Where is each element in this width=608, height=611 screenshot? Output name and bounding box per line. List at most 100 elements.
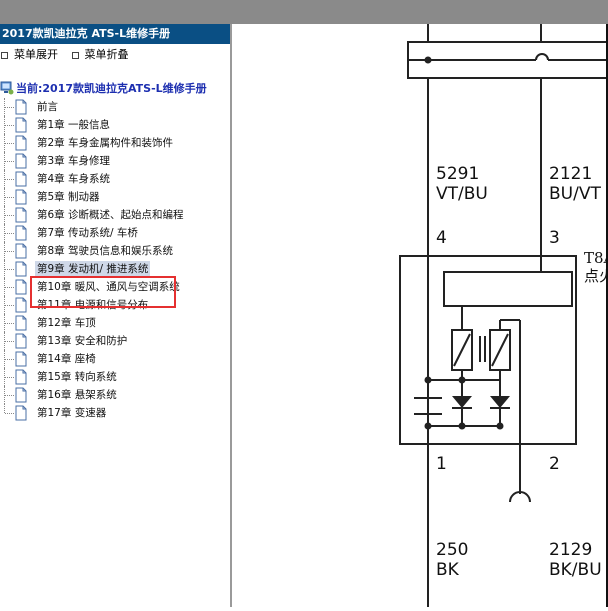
collapse-menu-label: 菜单折叠 [84, 48, 129, 61]
tree-connector [5, 395, 14, 396]
tree-item[interactable]: 第8章 驾驶员信息和娱乐系统 [0, 242, 230, 260]
document-icon [15, 405, 27, 421]
tree-item-label: 第11章 电源和信号分布 [37, 299, 149, 311]
tree-item-label: 第8章 驾驶员信息和娱乐系统 [37, 245, 174, 257]
document-icon [15, 333, 27, 349]
pin-label-top-left: 4 [436, 228, 447, 248]
tree-item-label: 第7章 传动系统/ 车桥 [37, 227, 138, 239]
wire-color-top-left: VT/BU [436, 184, 488, 204]
expand-menu-button[interactable]: 菜单展开 [1, 44, 58, 66]
tree-toolbar: 菜单展开 菜单折叠 [0, 44, 230, 66]
wiring-diagram-canvas [399, 24, 608, 607]
tree-item[interactable]: 第17章 变速器 [0, 404, 230, 422]
wire-color-bottom-right: BK/BU [549, 560, 602, 580]
collapse-menu-button[interactable]: 菜单折叠 [71, 44, 129, 66]
tree-item[interactable]: 第10章 暖风、通风与空调系统 [0, 278, 230, 296]
pin-label-bottom-right: 2 [549, 454, 560, 474]
document-icon [15, 297, 27, 313]
wiring-diagram: 5291 VT/BU 2121 BU/VT 4 3 T8A 点火 1 2 250… [236, 24, 608, 607]
tree-connector [5, 323, 14, 324]
tree-item-label: 第14章 座椅 [37, 353, 96, 365]
panel-title: 2017款凯迪拉克 ATS-L维修手册 [0, 24, 230, 44]
tree-item[interactable]: 前言 [0, 98, 230, 116]
tree-item-label: 第10章 暖风、通风与空调系统 [37, 281, 180, 293]
document-icon [15, 135, 27, 151]
tree-connector [4, 404, 5, 413]
wire-color-top-right: BU/VT [549, 184, 601, 204]
tree-connector [5, 143, 14, 144]
tree-item[interactable]: 第5章 制动器 [0, 188, 230, 206]
pin-label-bottom-left: 1 [436, 454, 447, 474]
document-icon [15, 261, 27, 277]
tree-connector [5, 179, 14, 180]
tree-item-label: 第12章 车顶 [37, 317, 96, 329]
tree-connector [5, 287, 14, 288]
tree-item[interactable]: 第6章 诊断概述、起始点和编程 [0, 206, 230, 224]
tree-item-label: 第13章 安全和防护 [37, 335, 128, 347]
computer-icon [0, 81, 14, 95]
document-icon [15, 243, 27, 259]
top-bar [0, 0, 608, 24]
tree-connector [5, 359, 14, 360]
tree-item[interactable]: 第12章 车顶 [0, 314, 230, 332]
tree-item-label: 第6章 诊断概述、起始点和编程 [37, 209, 184, 221]
document-icon [15, 315, 27, 331]
component-code: T8A [584, 249, 608, 267]
tree-item-label: 第17章 变速器 [37, 407, 107, 419]
document-icon [15, 369, 27, 385]
tree-item-label: 第1章 一般信息 [37, 119, 111, 131]
tree-connector [5, 161, 14, 162]
tree-connector [5, 197, 14, 198]
document-icon [15, 99, 27, 115]
tree-item[interactable]: 第11章 电源和信号分布 [0, 296, 230, 314]
tree-connector [5, 251, 14, 252]
document-icon [15, 225, 27, 241]
tree-item-label: 第3章 车身修理 [37, 155, 111, 167]
wire-number-top-right: 2121 [549, 164, 593, 184]
wire-color-bottom-left: BK [436, 560, 459, 580]
tree-item[interactable]: 第2章 车身金属构件和装饰件 [0, 134, 230, 152]
document-icon [15, 351, 27, 367]
document-icon [15, 387, 27, 403]
tree-item[interactable]: 第3章 车身修理 [0, 152, 230, 170]
collapse-icon [71, 51, 79, 59]
tree-root[interactable]: 当前:2017款凯迪拉克ATS-L维修手册 [0, 80, 207, 96]
tree-connector [5, 269, 14, 270]
tree-item-label: 前言 [37, 101, 58, 113]
document-icon [15, 207, 27, 223]
tree-item-label: 第5章 制动器 [37, 191, 100, 203]
tree-connector [5, 305, 14, 306]
expand-menu-label: 菜单展开 [14, 48, 58, 61]
tree-item[interactable]: 第1章 一般信息 [0, 116, 230, 134]
tree-connector [5, 233, 14, 234]
tree-connector [5, 107, 14, 108]
tree-item[interactable]: 第4章 车身系统 [0, 170, 230, 188]
expand-icon [1, 51, 8, 59]
tree-item[interactable]: 第15章 转向系统 [0, 368, 230, 386]
tree-item-label: 第2章 车身金属构件和装饰件 [37, 137, 174, 149]
wire-number-bottom-left: 250 [436, 540, 469, 560]
tree-connector [5, 341, 14, 342]
wire-number-bottom-right: 2129 [549, 540, 593, 560]
tree-item-label: 第9章 发动机/ 推进系统 [35, 261, 151, 277]
tree-connector [5, 377, 14, 378]
wire-number-top-left: 5291 [436, 164, 480, 184]
tree-item[interactable]: 第14章 座椅 [0, 350, 230, 368]
tree-connector [5, 215, 14, 216]
document-icon [15, 117, 27, 133]
tree-connector [5, 125, 14, 126]
component-name: 点火 [584, 267, 608, 285]
document-icon [15, 279, 27, 295]
tree-item[interactable]: 第9章 发动机/ 推进系统 [0, 260, 230, 278]
tree-item[interactable]: 第7章 传动系统/ 车桥 [0, 224, 230, 242]
tree-item[interactable]: 第16章 悬架系统 [0, 386, 230, 404]
navigation-panel: 2017款凯迪拉克 ATS-L维修手册 菜单展开 菜单折叠 当前:2017款凯迪… [0, 24, 232, 607]
tree-connector [5, 413, 14, 414]
document-icon [15, 153, 27, 169]
document-icon [15, 189, 27, 205]
pin-label-top-right: 3 [549, 228, 560, 248]
tree-item-label: 第4章 车身系统 [37, 173, 111, 185]
tree-item[interactable]: 第13章 安全和防护 [0, 332, 230, 350]
document-icon [15, 171, 27, 187]
tree-item-label: 第15章 转向系统 [37, 371, 117, 383]
